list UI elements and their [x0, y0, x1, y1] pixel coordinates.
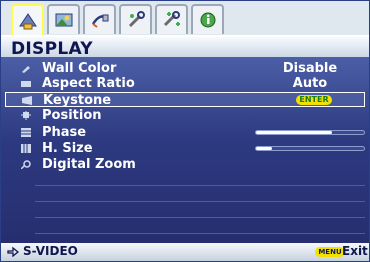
advanced-setup-tab-icon [163, 11, 180, 27]
tab-source[interactable] [83, 4, 116, 34]
source-tab-icon [91, 14, 108, 28]
status-bar: S-VIDEO MENU Exit [1, 243, 369, 261]
menu-item-label: Digital Zoom [42, 157, 136, 172]
menu-title-bar: DISPLAY [1, 35, 369, 59]
h-size-slider[interactable] [255, 146, 365, 151]
menu-key-badge[interactable]: MENU [315, 247, 345, 257]
empty-row-divider [35, 233, 365, 234]
aspect-ratio-icon [21, 81, 31, 87]
system-setup-tab-icon [128, 11, 145, 28]
input-source-icon [7, 246, 19, 257]
position-icon [21, 111, 31, 120]
wall-color-icon [22, 66, 30, 73]
tab-advanced-setup[interactable] [155, 4, 188, 34]
information-tab-icon [200, 12, 215, 28]
phase-slider[interactable] [255, 130, 365, 135]
menu-item-label: H. Size [42, 141, 93, 156]
menu-item-digital-zoom[interactable]: Digital Zoom [5, 157, 365, 172]
menu-item-h-size[interactable]: H. Size [5, 141, 365, 156]
empty-row-divider [35, 217, 365, 218]
current-source-label: S-VIDEO [23, 244, 78, 258]
empty-row-divider [35, 201, 365, 202]
menu-item-phase[interactable]: Phase [5, 125, 365, 140]
menu-item-position[interactable]: Position [5, 108, 365, 123]
phase-icon [21, 128, 31, 137]
h-size-icon [21, 144, 31, 153]
menu-item-label: Wall Color [42, 61, 117, 76]
menu-item-list: Wall Color Disable Aspect Ratio Auto Key… [1, 57, 369, 243]
digital-zoom-icon [21, 160, 31, 169]
enter-badge[interactable]: ENTER [296, 95, 332, 105]
tab-system-setup[interactable] [119, 4, 152, 34]
empty-row-divider [35, 185, 365, 186]
menu-item-wall-color[interactable]: Wall Color Disable [5, 61, 365, 76]
picture-tab-icon [55, 13, 72, 27]
exit-label[interactable]: Exit [342, 244, 368, 258]
phase-slider-fill [256, 131, 332, 134]
wall-color-value: Disable [282, 61, 338, 76]
menu-item-label: Position [42, 108, 102, 123]
h-size-slider-fill [256, 147, 273, 150]
aspect-ratio-value: Auto [292, 76, 328, 91]
keystone-icon [22, 96, 32, 105]
menu-item-label: Phase [42, 125, 87, 140]
menu-item-label: Keystone [43, 93, 112, 108]
menu-item-label: Aspect Ratio [42, 76, 135, 91]
projector-osd-menu: DISPLAY Wall Color Disable Aspect Ratio … [0, 0, 370, 262]
tab-information[interactable] [191, 4, 224, 34]
page-title: DISPLAY [11, 39, 93, 59]
display-tab-icon [18, 13, 37, 30]
tab-picture[interactable] [47, 4, 80, 34]
tab-display[interactable] [11, 4, 44, 36]
menu-item-keystone[interactable]: Keystone ENTER [5, 92, 365, 108]
menu-tab-bar [11, 4, 224, 36]
menu-item-aspect-ratio[interactable]: Aspect Ratio Auto [5, 76, 365, 91]
